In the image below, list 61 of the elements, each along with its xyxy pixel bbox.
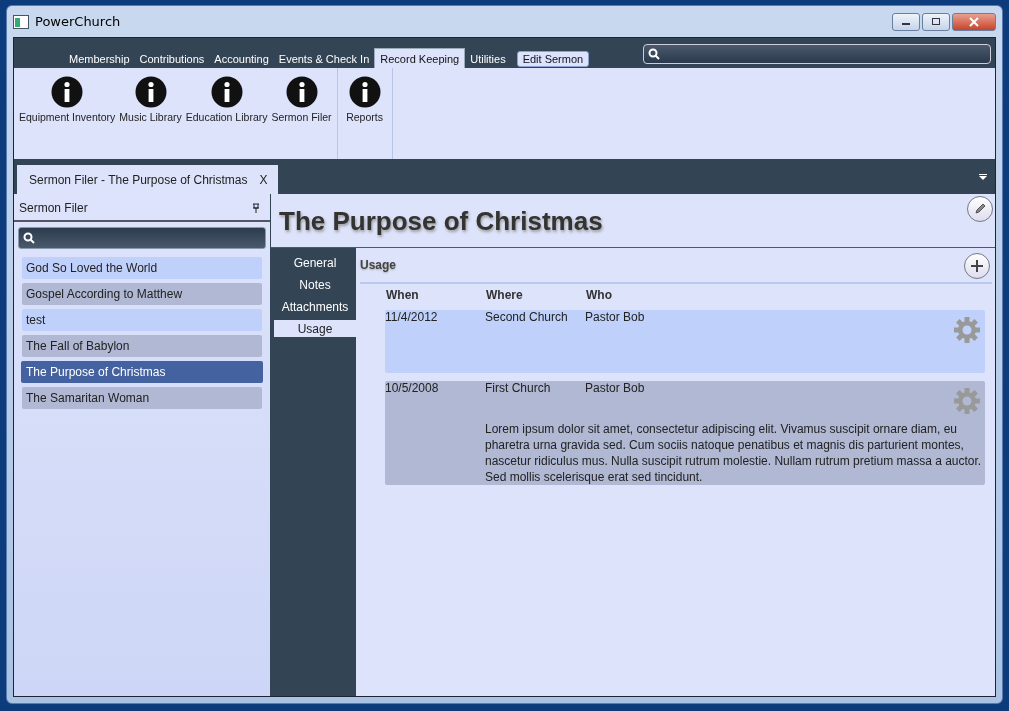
info-icon <box>51 76 84 108</box>
usage-notes: Lorem ipsum dolor sit amet, consectetur adipiscing elit. Vivamus suscipit ornare diam, eu pharetra urna gravida sed. Cum sociis natoque penatibus et magnis dis parturient montes, nascetur ridiculus mus. Nulla suscipit rutrum molestie. Nullam rutrum pretium massa a auctor. Sed mollis scelerisque erat sed tincidunt. <box>485 421 983 485</box>
sermon-list-item[interactable]: God So Loved the World <box>22 257 262 279</box>
maximize-icon <box>931 17 941 26</box>
table-cell-text: 11/4/2012 <box>385 310 439 324</box>
window-title: PowerChurch <box>35 14 121 29</box>
menu-tab[interactable]: Contributions <box>134 49 210 68</box>
edit-sermon-button[interactable]: Edit Sermon <box>516 51 590 67</box>
usage-row[interactable]: 11/4/2012 Second Church Pastor Bob <box>385 310 985 373</box>
sermon-list-item[interactable]: The Samaritan Woman <box>22 387 262 409</box>
menu-tab[interactable]: Record Keeping <box>374 48 466 68</box>
pin-icon[interactable] <box>252 203 260 213</box>
maximize-button[interactable] <box>922 12 950 31</box>
column-header: Where <box>486 288 524 302</box>
menu-tab[interactable]: Accounting <box>209 49 274 68</box>
info-icon <box>210 76 243 108</box>
menu-tab[interactable]: Events & Check In <box>273 49 375 68</box>
usage-row[interactable] <box>385 381 985 485</box>
close-tab-button[interactable]: X <box>259 172 268 187</box>
minimize-button[interactable] <box>892 12 920 31</box>
panel-title: Sermon Filer <box>19 201 88 215</box>
edit-button[interactable] <box>967 196 993 222</box>
app-icon <box>13 14 29 29</box>
sermon-list-item[interactable]: The Fall of Babylon <box>22 335 262 357</box>
table-cell-text: 10/5/2008 <box>385 381 440 395</box>
column-header: Who <box>586 288 613 302</box>
ribbon-button[interactable]: Education Library <box>184 76 269 123</box>
sermon-list-item[interactable]: Gospel According to Matthew <box>22 283 262 305</box>
section-tab[interactable]: Notes <box>274 274 356 296</box>
table-cell-text: Pastor Bob <box>585 310 646 324</box>
document-tab[interactable]: Sermon Filer - The Purpose of Christmas X <box>17 165 278 194</box>
add-button[interactable] <box>964 253 990 279</box>
ribbon-button[interactable]: Equipment Inventory <box>18 76 117 123</box>
section-tab[interactable]: Attachments <box>274 296 356 318</box>
table-cell-text: Pastor Bob <box>585 381 646 395</box>
menu-tab[interactable]: Membership <box>64 49 135 68</box>
section-tab[interactable]: Usage <box>274 320 356 337</box>
table-cell-text: First Church <box>485 381 552 395</box>
dropdown-icon[interactable] <box>979 174 987 180</box>
ribbon-button[interactable]: Reports <box>341 76 388 123</box>
search-icon <box>648 48 660 60</box>
search-field[interactable] <box>643 44 991 64</box>
sermon-list-item[interactable]: test <box>22 309 262 331</box>
sermon-title: The Purpose of Christmas <box>279 206 603 237</box>
sermon-list-item[interactable]: The Purpose of Christmas <box>21 361 263 383</box>
search-icon <box>23 232 35 244</box>
ribbon-button[interactable]: Music Library <box>118 76 183 123</box>
info-icon <box>285 76 318 108</box>
search-field[interactable] <box>18 227 266 249</box>
plus-icon <box>970 259 984 273</box>
close-icon <box>968 16 980 27</box>
info-icon <box>134 76 167 108</box>
section-heading: Usage <box>360 258 397 272</box>
section-tab[interactable]: General <box>274 252 356 274</box>
menu-tab[interactable]: Utilities <box>465 49 511 68</box>
table-cell-text: Second Church <box>485 310 569 324</box>
pencil-icon <box>973 202 987 216</box>
column-header: When <box>386 288 420 302</box>
close-button[interactable] <box>952 12 996 31</box>
info-icon <box>348 76 381 108</box>
ribbon-button[interactable]: Sermon Filer <box>270 76 333 123</box>
